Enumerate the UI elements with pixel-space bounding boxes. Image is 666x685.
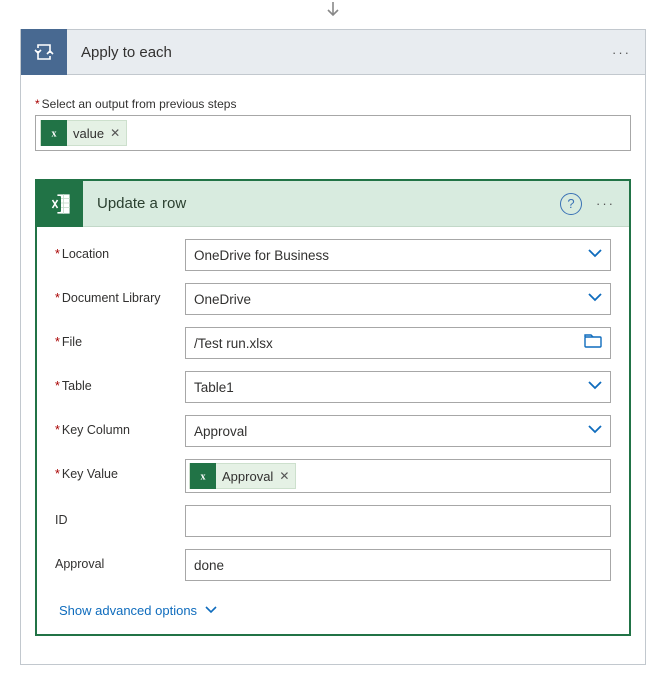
- label-key-column: Key Column: [55, 415, 185, 437]
- loop-icon: [21, 29, 67, 75]
- update-a-row-menu[interactable]: ···: [596, 196, 629, 211]
- apply-to-each-body: Select an output from previous steps x v…: [20, 75, 646, 665]
- token-value-text: value: [73, 126, 104, 141]
- input-document-library[interactable]: OneDrive: [185, 283, 611, 315]
- row-table: Table Table1: [55, 371, 611, 403]
- label-file: File: [55, 327, 185, 349]
- value-location: OneDrive for Business: [194, 248, 329, 263]
- label-document-library: Document Library: [55, 283, 185, 305]
- chevron-down-icon: [588, 380, 602, 394]
- folder-picker-icon[interactable]: [584, 334, 602, 352]
- label-approval: Approval: [55, 549, 185, 571]
- value-key-column: Approval: [194, 424, 247, 439]
- value-table: Table1: [194, 380, 234, 395]
- token-value-remove[interactable]: ✕: [110, 126, 120, 140]
- excel-action-icon: [37, 181, 83, 227]
- apply-to-each-title: Apply to each: [67, 44, 612, 61]
- value-approval: done: [194, 558, 224, 573]
- apply-to-each-menu[interactable]: ···: [612, 45, 645, 60]
- row-document-library: Document Library OneDrive: [55, 283, 611, 315]
- update-a-row-form: Location OneDrive for Business Document …: [37, 227, 629, 634]
- input-approval[interactable]: done: [185, 549, 611, 581]
- row-key-column: Key Column Approval: [55, 415, 611, 447]
- input-id[interactable]: [185, 505, 611, 537]
- output-from-previous-label: Select an output from previous steps: [35, 97, 631, 111]
- row-id: ID: [55, 505, 611, 537]
- value-file: /Test run.xlsx: [194, 336, 273, 351]
- row-location: Location OneDrive for Business: [55, 239, 611, 271]
- label-table: Table: [55, 371, 185, 393]
- chevron-down-icon: [588, 424, 602, 438]
- output-from-previous-input[interactable]: x value ✕: [35, 115, 631, 151]
- excel-icon: x: [41, 120, 67, 146]
- input-table[interactable]: Table1: [185, 371, 611, 403]
- label-key-value: Key Value: [55, 459, 185, 481]
- input-key-value[interactable]: x Approval ✕: [185, 459, 611, 493]
- label-location: Location: [55, 239, 185, 261]
- value-document-library: OneDrive: [194, 292, 251, 307]
- input-location[interactable]: OneDrive for Business: [185, 239, 611, 271]
- excel-icon: x: [190, 463, 216, 489]
- svg-text:x: x: [201, 472, 206, 483]
- help-icon[interactable]: ?: [560, 193, 582, 215]
- row-file: File /Test run.xlsx: [55, 327, 611, 359]
- svg-text:x: x: [52, 129, 57, 140]
- arrow-down-icon: [324, 0, 342, 18]
- token-approval-remove[interactable]: ✕: [279, 469, 289, 483]
- chevron-down-icon: [588, 248, 602, 262]
- chevron-down-icon: [205, 604, 217, 618]
- update-a-row-card: Update a row ? ··· Location OneDrive for…: [35, 179, 631, 636]
- update-a-row-title: Update a row: [83, 195, 560, 212]
- row-key-value: Key Value x Approval ✕: [55, 459, 611, 493]
- chevron-down-icon: [588, 292, 602, 306]
- token-value[interactable]: x value ✕: [40, 120, 127, 146]
- input-file[interactable]: /Test run.xlsx: [185, 327, 611, 359]
- update-a-row-header[interactable]: Update a row ? ···: [37, 181, 629, 227]
- input-key-column[interactable]: Approval: [185, 415, 611, 447]
- show-advanced-options[interactable]: Show advanced options: [59, 603, 217, 618]
- apply-to-each-header[interactable]: Apply to each ···: [20, 29, 646, 75]
- show-advanced-options-label: Show advanced options: [59, 603, 197, 618]
- token-approval[interactable]: x Approval ✕: [189, 463, 296, 489]
- label-id: ID: [55, 505, 185, 527]
- flow-arrow-down: [20, 0, 646, 29]
- token-approval-text: Approval: [222, 469, 273, 484]
- row-approval: Approval done: [55, 549, 611, 581]
